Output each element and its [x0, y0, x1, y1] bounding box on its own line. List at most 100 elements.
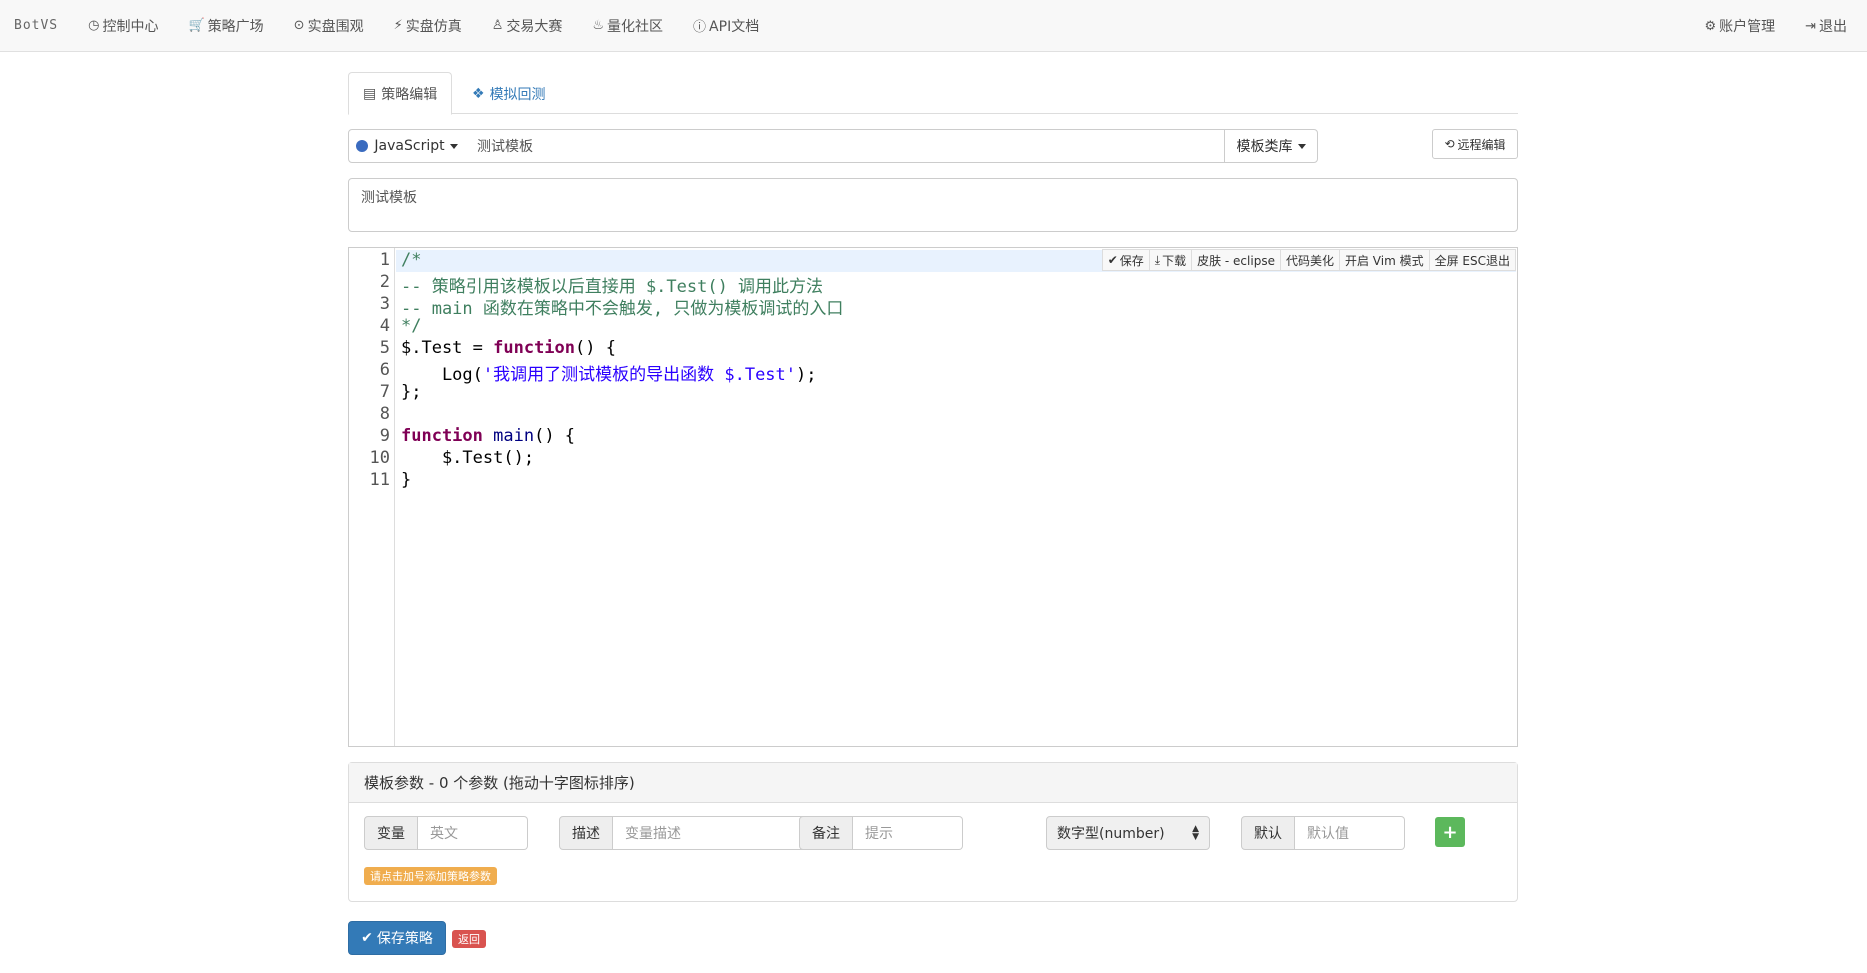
nav-item-trading-contest[interactable]: ♙ 交易大赛 [492, 16, 563, 36]
default-label: 默认 [1241, 816, 1295, 850]
description-label: 描述 [559, 816, 613, 850]
nav-item-account[interactable]: ⚙ 账户管理 [1704, 16, 1775, 36]
line-number: 3 [379, 294, 390, 314]
editor-beautify-button[interactable]: 代码美化 [1279, 249, 1339, 271]
button-label: 下载 [1162, 253, 1187, 268]
template-library-dropdown[interactable]: 模板类库 [1224, 129, 1318, 163]
nav-item-quant-community[interactable]: ♨ 量化社区 [592, 16, 663, 36]
code-token: } [401, 470, 412, 490]
nav-item-live-watch[interactable]: ⊙ 实盘围观 [294, 16, 364, 36]
editor-vim-button[interactable]: 开启 Vim 模式 [1338, 249, 1429, 271]
editor-skin-button[interactable]: 皮肤 - eclipse [1191, 249, 1280, 271]
tab-backtest[interactable]: ❖ 模拟回测 [458, 72, 560, 115]
code-line: }; [401, 382, 421, 402]
tab-label: 模拟回测 [489, 86, 546, 103]
nav-label: API文档 [709, 18, 760, 35]
line-gutter: 1 2 3 4 5 6 7 8 9 10 11 [349, 248, 395, 746]
user-icon: ♙ [491, 18, 504, 33]
line-number: 9 [379, 426, 390, 446]
nav-label: 账户管理 [1719, 19, 1776, 35]
template-params-panel: 模板参数 - 0 个参数 (拖动十字图标排序) 变量 英文 描述 变量描述 备注… [348, 762, 1518, 902]
caret-down-icon [1297, 143, 1306, 149]
code-token: $.Test = [401, 338, 494, 358]
line-number: 8 [379, 404, 390, 424]
nav-label: 控制中心 [102, 18, 159, 35]
caret-down-icon [449, 143, 458, 149]
nav-label: 实盘仿真 [405, 18, 462, 35]
back-button[interactable]: 返回 [452, 930, 486, 948]
javascript-icon [356, 140, 369, 152]
code-line: /* [401, 250, 421, 270]
line-number: 2 [379, 272, 390, 292]
strategy-description-textarea[interactable]: 测试模板 [348, 178, 1518, 232]
nav-item-logout[interactable]: ⇥ 退出 [1805, 16, 1847, 36]
code-line: } [401, 470, 411, 490]
editor-tabs: ▤ 策略编辑 ❖ 模拟回测 [348, 72, 1518, 115]
cubes-icon: ❖ [472, 85, 485, 102]
code-token: */ [401, 316, 422, 336]
play-circle-icon: ⊙ [293, 18, 305, 33]
editor-toolbar: ✔ 保存 ⤓ 下载 皮肤 - eclipse 代码美化 开启 Vim 模式 全屏 E… [1101, 249, 1516, 271]
remote-edit-button[interactable]: ⟲ 远程编辑 [1432, 129, 1518, 159]
editor-download-button[interactable]: ⤓ 下载 [1148, 249, 1192, 271]
info-icon: ⓘ [693, 20, 707, 35]
nav-label: 退出 [1819, 19, 1847, 35]
editor-save-button[interactable]: ✔ 保存 [1101, 249, 1149, 271]
save-strategy-button[interactable]: ✔ 保存策略 [348, 921, 446, 955]
nav-item-api-docs[interactable]: ⓘ API文档 [693, 16, 759, 36]
library-label: 模板类库 [1236, 139, 1293, 155]
nav-item-live-simulation[interactable]: ⚡ 实盘仿真 [394, 16, 462, 36]
code-token: main [493, 426, 535, 446]
nav-item-strategy-square[interactable]: 🛒 策略广场 [188, 16, 263, 36]
default-input[interactable]: 默认值 [1295, 816, 1405, 850]
button-label: 保存 [1119, 253, 1144, 268]
code-token: /* [401, 250, 422, 270]
select-arrows-icon: ▲ ▼ [1192, 824, 1199, 842]
download-icon: ⤓ [1154, 252, 1161, 267]
description-group: 描述 变量描述 [559, 816, 821, 850]
code-line: function main() { [401, 426, 575, 446]
variable-input[interactable]: 英文 [418, 816, 528, 850]
button-label: 全屏 ESC退出 [1434, 253, 1510, 268]
default-group: 默认 默认值 [1241, 816, 1405, 850]
line-number: 10 [369, 448, 390, 468]
nav-right: ⚙ 账户管理 ⇥ 退出 [1674, 0, 1847, 52]
line-number: 11 [369, 470, 390, 490]
code-line: $.Test(); [401, 448, 534, 468]
description-input[interactable]: 变量描述 [613, 816, 821, 850]
code-content[interactable]: /* -- 策略引用该模板以后直接用 $.Test() 调用此方法 -- mai… [401, 248, 843, 490]
save-label: 保存策略 [376, 931, 433, 947]
cart-icon: 🛒 [188, 18, 205, 33]
strategy-name-input[interactable] [465, 129, 1225, 163]
button-label: 皮肤 - eclipse [1197, 253, 1275, 268]
gear-icon: ⚙ [1704, 18, 1717, 34]
code-token: '我调用了测试模板的导出函数 $.Test' [482, 365, 797, 385]
code-line: */ [401, 316, 421, 336]
brand-logo[interactable]: BotVS [14, 18, 58, 33]
tab-strategy-edit[interactable]: ▤ 策略编辑 [348, 72, 453, 115]
panel-heading: 模板参数 - 0 个参数 (拖动十字图标排序) [349, 763, 1517, 803]
button-label: 开启 Vim 模式 [1344, 253, 1424, 268]
code-editor[interactable]: 1 2 3 4 5 6 7 8 9 10 11 /* -- 策略引用该模板以后直… [348, 247, 1518, 747]
remote-label: 远程编辑 [1457, 137, 1506, 152]
variable-label: 变量 [364, 816, 418, 850]
code-token: -- main 函数在策略中不会触发, 只做为模板调试的入口 [401, 299, 844, 319]
check-icon: ✔ [361, 930, 373, 946]
tab-label: 策略编辑 [381, 86, 438, 103]
code-token: function [401, 426, 494, 446]
language-dropdown[interactable]: JavaScript [348, 129, 466, 163]
nav-item-control-center[interactable]: ◷ 控制中心 [88, 16, 158, 36]
code-token: }; [401, 382, 422, 402]
note-group: 备注 提示 [799, 816, 963, 850]
nav-label: 量化社区 [607, 18, 664, 35]
nav-label: 策略广场 [207, 18, 264, 35]
note-input[interactable]: 提示 [853, 816, 963, 850]
add-param-button[interactable]: + [1435, 817, 1465, 847]
bolt-icon: ⚡ [393, 18, 403, 33]
button-label: 代码美化 [1285, 253, 1334, 268]
code-line: -- main 函数在策略中不会触发, 只做为模板调试的入口 [401, 294, 843, 319]
type-selected: 数字型(number) [1057, 826, 1165, 842]
type-select[interactable]: 数字型(number) ▲ ▼ [1046, 816, 1210, 850]
editor-fullscreen-button[interactable]: 全屏 ESC退出 [1428, 249, 1516, 271]
code-token: ); [796, 365, 817, 385]
